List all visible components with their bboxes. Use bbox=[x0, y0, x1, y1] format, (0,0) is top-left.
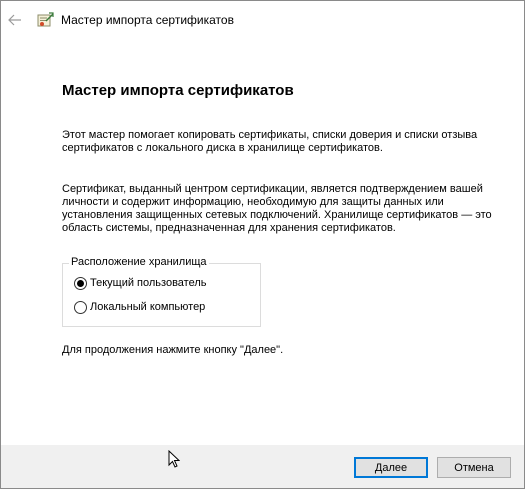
mouse-pointer-icon bbox=[168, 450, 180, 468]
store-location-legend: Расположение хранилища bbox=[69, 256, 209, 268]
wizard-content: Мастер импорта сертификатов Этот мастер … bbox=[1, 39, 524, 445]
radio-local-machine-label: Локальный компьютер bbox=[90, 301, 206, 313]
radio-unchecked-icon[interactable] bbox=[74, 300, 87, 314]
cancel-button[interactable]: Отмена bbox=[437, 457, 511, 478]
back-button[interactable] bbox=[5, 10, 25, 30]
next-button[interactable]: Далее bbox=[354, 457, 428, 478]
wizard-footer: Далее Отмена bbox=[1, 445, 524, 488]
certificate-wizard-icon bbox=[37, 12, 54, 27]
store-location-group: Расположение хранилища Текущий пользоват… bbox=[62, 256, 261, 327]
radio-local-machine[interactable]: Локальный компьютер bbox=[74, 299, 205, 315]
certificate-description-paragraph: Сертификат, выданный центром сертификаци… bbox=[62, 183, 492, 234]
continue-hint: Для продолжения нажмите кнопку "Далее". bbox=[62, 344, 284, 356]
title-bar: Мастер импорта сертификатов bbox=[1, 1, 524, 39]
certificate-import-wizard-window: Мастер импорта сертификатов Мастер импор… bbox=[0, 0, 525, 489]
back-arrow-icon bbox=[8, 14, 21, 26]
window-title: Мастер импорта сертификатов bbox=[61, 13, 234, 27]
radio-current-user-label: Текущий пользователь bbox=[90, 277, 207, 289]
radio-checked-icon[interactable] bbox=[74, 276, 87, 290]
radio-current-user[interactable]: Текущий пользователь bbox=[74, 275, 206, 291]
intro-paragraph: Этот мастер помогает копировать сертифик… bbox=[62, 129, 478, 154]
page-heading: Мастер импорта сертификатов bbox=[62, 82, 294, 99]
